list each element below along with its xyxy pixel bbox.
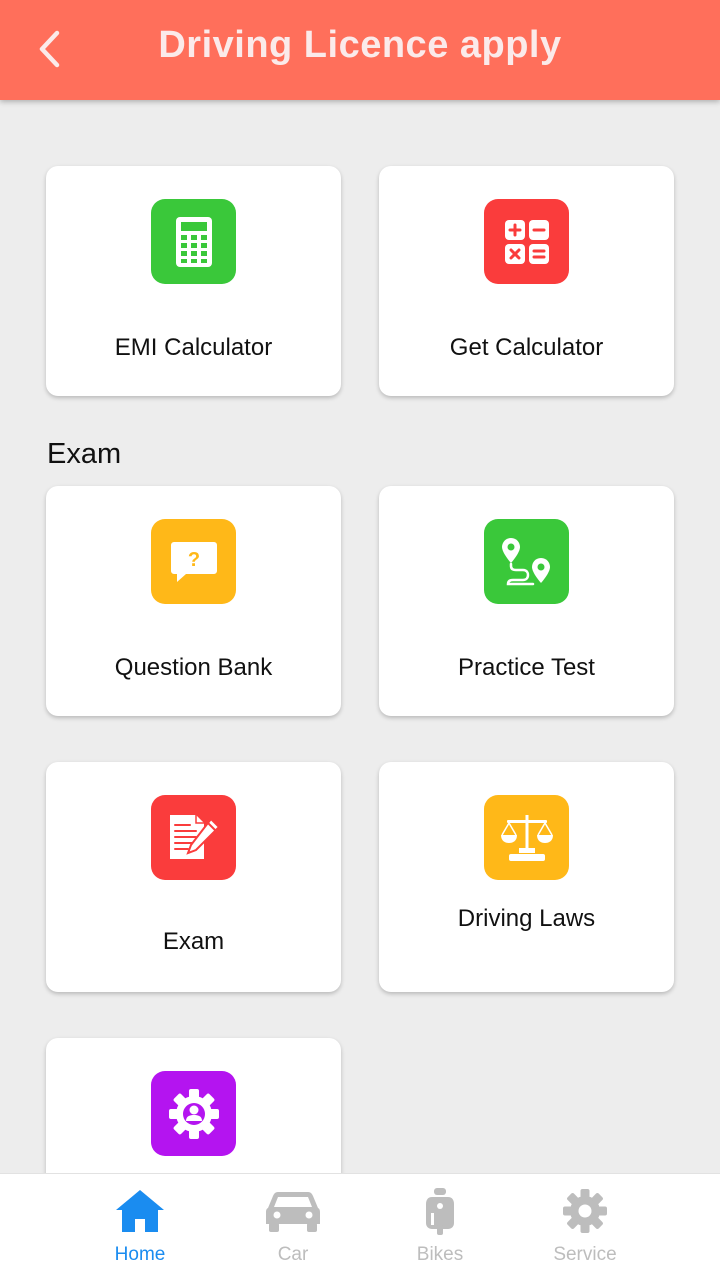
emi-calculator-label: EMI Calculator <box>114 334 273 361</box>
question-bubble-icon: ? <box>170 541 217 582</box>
get-calculator-tile <box>484 199 569 284</box>
get-calculator-card[interactable]: Get Calculator <box>379 166 674 396</box>
nav-service[interactable]: Service <box>530 1174 640 1280</box>
bottom-navigation: Home Car Bikes Service <box>0 1173 720 1280</box>
nav-service-label: Service <box>553 1244 617 1265</box>
route-pins-icon <box>501 537 550 585</box>
driving-laws-label: Driving Laws <box>457 905 596 932</box>
nav-car[interactable]: Car <box>238 1174 348 1280</box>
svg-text:?: ? <box>187 549 199 571</box>
nav-car-label: Car <box>277 1244 309 1265</box>
settings-tile <box>151 1071 236 1156</box>
emi-calculator-tile <box>151 199 236 284</box>
home-icon <box>116 1190 164 1232</box>
emi-calculator-card[interactable]: EMI Calculator <box>46 166 341 396</box>
practice-test-card[interactable]: Practice Test <box>379 486 674 716</box>
practice-test-tile <box>484 519 569 604</box>
exam-tile <box>151 795 236 880</box>
exam-card[interactable]: Exam <box>46 762 341 992</box>
scooter-icon <box>426 1188 454 1235</box>
nav-home-label: Home <box>114 1244 166 1265</box>
nav-home[interactable]: Home <box>85 1174 195 1280</box>
nav-bikes[interactable]: Bikes <box>385 1174 495 1280</box>
exam-label: Exam <box>162 928 225 955</box>
app-bar: Driving Licence apply <box>0 0 720 100</box>
question-bank-label: Question Bank <box>114 654 273 681</box>
calculator-icon <box>175 216 212 267</box>
practice-test-label: Practice Test <box>458 654 595 681</box>
gear-icon <box>563 1189 607 1233</box>
scales-icon <box>500 814 553 861</box>
section-title-exam: Exam <box>47 438 122 470</box>
math-operators-icon <box>504 219 549 264</box>
question-bank-card[interactable]: ? Question Bank <box>46 486 341 716</box>
gear-user-icon <box>168 1088 219 1139</box>
document-pencil-icon <box>169 814 220 859</box>
nav-bikes-label: Bikes <box>416 1244 464 1265</box>
question-bank-tile: ? <box>151 519 236 604</box>
page-title: Driving Licence apply <box>158 24 562 66</box>
driving-laws-tile <box>484 795 569 880</box>
get-calculator-label: Get Calculator <box>449 334 604 361</box>
driving-laws-card[interactable]: Driving Laws <box>379 762 674 992</box>
car-icon <box>266 1192 320 1232</box>
